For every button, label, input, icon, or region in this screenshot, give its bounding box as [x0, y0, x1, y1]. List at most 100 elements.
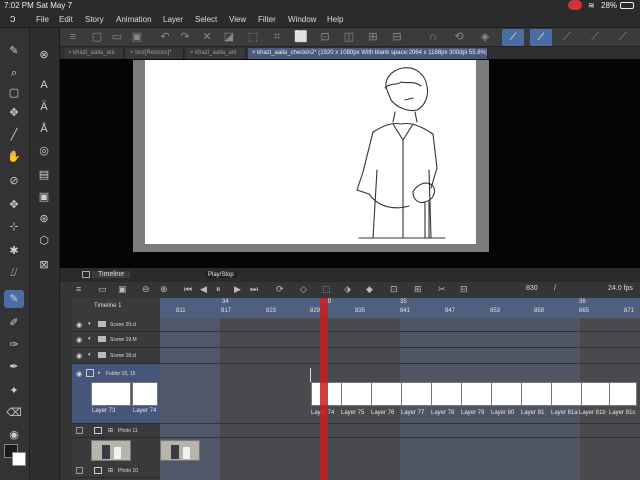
transform-icon[interactable]: ⬚	[246, 31, 260, 44]
zoom-tool-icon[interactable]: ⌕	[4, 64, 24, 82]
layer-tool-icon[interactable]: ▣	[34, 188, 54, 206]
redo-icon[interactable]: ↷	[178, 31, 192, 44]
dropper-icon[interactable]: ⌰	[4, 264, 24, 282]
layer-row-scene19[interactable]: ◉ ▾ Scene 19.M	[72, 332, 160, 348]
menu-story[interactable]: Story	[85, 15, 104, 24]
cel-new-icon[interactable]: ⬚	[322, 284, 331, 295]
fps-value[interactable]: 24.0 fps	[608, 285, 633, 292]
layer-checkbox-icon[interactable]	[94, 467, 102, 474]
text-tool-icon[interactable]: Ä	[34, 98, 54, 116]
photo-thumbnail[interactable]	[160, 440, 200, 461]
zoom-out-icon[interactable]: ⊖	[142, 284, 150, 295]
expand-chevron-icon[interactable]: ▸	[98, 370, 101, 376]
cel-thumbnail[interactable]	[521, 382, 552, 406]
material-icon[interactable]: ⊛	[34, 210, 54, 228]
eye-icon[interactable]: ◉	[76, 352, 82, 360]
cel-thumbnail[interactable]	[91, 382, 131, 406]
doc-tab-active[interactable]: × khazi_aaila_checkin2* (1920 x 1080px W…	[248, 48, 488, 59]
cel-thumbnail[interactable]	[401, 382, 432, 406]
cel-thumbnail[interactable]	[341, 382, 372, 406]
hand-tool-icon[interactable]: ✋	[4, 148, 24, 166]
pen-mode-d-icon[interactable]: ⟋	[588, 31, 602, 44]
image-icon[interactable]: ⊠	[34, 256, 54, 274]
menu-animation[interactable]: Animation	[116, 15, 152, 24]
sparkle-tool-icon[interactable]: ✦	[4, 382, 24, 400]
move-tool-icon[interactable]: ✥	[4, 104, 24, 122]
layer-row-photo10[interactable]: ⊞ Photo 10	[72, 464, 160, 478]
onion-skin-icon[interactable]: ◇	[300, 284, 307, 295]
select-icon[interactable]: ⬜	[294, 31, 308, 44]
timeline-name[interactable]: Timeline 1	[94, 303, 121, 309]
invert-icon[interactable]: ◫	[342, 31, 356, 44]
line-tool-icon[interactable]: ╱	[4, 126, 24, 144]
pen-mode-c-icon[interactable]: ⟋	[560, 31, 574, 44]
app-logo-icon[interactable]: ↄ	[10, 13, 16, 25]
menu-filter[interactable]: Filter	[258, 15, 276, 24]
menu-hamburger-icon[interactable]: ≡	[66, 31, 80, 44]
play-stop-icon[interactable]: ⏸	[216, 284, 221, 295]
photo-thumbnail[interactable]	[91, 440, 131, 461]
open-folder-icon[interactable]: ▭	[110, 31, 124, 44]
save-icon[interactable]: ▣	[130, 31, 144, 44]
rotate-icon[interactable]: ⟲	[452, 31, 466, 44]
cut-icon[interactable]: ✂	[438, 284, 446, 295]
eraser-tool-icon[interactable]: ⌫	[4, 404, 24, 422]
undo-icon[interactable]: ↶	[158, 31, 172, 44]
frame-tool-icon[interactable]: ▤	[34, 166, 54, 184]
expand-chevron-icon[interactable]: ▾	[88, 321, 91, 327]
last-frame-icon[interactable]: ⏭	[250, 284, 258, 295]
layer-checkbox-icon[interactable]	[86, 369, 94, 377]
brush-tool-icon[interactable]: ✐	[4, 314, 24, 332]
deselect-icon[interactable]: ⊡	[318, 31, 332, 44]
pen-mode-e-icon[interactable]: ⟋	[616, 31, 630, 44]
folder-add-icon[interactable]: ⊞	[414, 284, 422, 295]
cel-thumbnail[interactable]	[461, 382, 492, 406]
visibility-checkbox-icon[interactable]	[76, 467, 83, 474]
pen-mode-a-icon[interactable]: ⟋	[502, 29, 524, 46]
cel-thumbnail[interactable]	[132, 382, 158, 406]
expand-chevron-icon[interactable]: ▾	[88, 336, 91, 342]
lasso-tool-icon[interactable]: ⊘	[4, 172, 24, 190]
clear-icon[interactable]: ✕	[200, 31, 214, 44]
snap-icon[interactable]: ⊞	[366, 31, 380, 44]
layer-row-scene18[interactable]: ◉ ▾ Scene 18.cl	[72, 348, 160, 364]
airbrush-tool-icon[interactable]: ✑	[4, 336, 24, 354]
playhead[interactable]	[320, 298, 328, 480]
new-file-icon[interactable]: ▢	[90, 31, 104, 44]
doc-tab-3[interactable]: × khazi_aaila_ani	[186, 48, 246, 59]
layer-checkbox-icon[interactable]	[94, 427, 102, 434]
timeline-folder-icon[interactable]: ▣	[118, 284, 127, 295]
crop-icon[interactable]: ⌗	[270, 31, 284, 44]
fill-icon[interactable]: ◪	[222, 31, 236, 44]
pen-mode-b-icon[interactable]: ⟋	[530, 29, 552, 46]
cel-thumbnail[interactable]	[491, 382, 522, 406]
blend-tool-icon[interactable]: ✒	[4, 358, 24, 376]
visibility-checkbox-icon[interactable]	[76, 427, 83, 434]
timeline-menu-icon[interactable]: ≡	[76, 284, 81, 294]
magnet-icon[interactable]: ∩	[426, 31, 440, 44]
eye-icon[interactable]: ◉	[76, 336, 82, 344]
layer-row-scene20[interactable]: ◉ ▾ Scene 20.cl	[72, 318, 160, 332]
timeline-tab[interactable]: Timeline	[92, 271, 131, 278]
insert-icon[interactable]: ⊟	[460, 284, 468, 295]
menu-view[interactable]: View	[229, 15, 246, 24]
timeline-new-icon[interactable]: ▭	[98, 284, 107, 295]
navigator-icon[interactable]: ⊗	[34, 46, 54, 64]
prev-frame-icon[interactable]: ◀	[200, 284, 207, 295]
next-frame-icon[interactable]: ▶	[234, 284, 241, 295]
layer-row-photo11[interactable]: ⊞ Photo 11	[72, 424, 160, 438]
rect-select-icon[interactable]: ▢	[4, 84, 24, 102]
adjust-icon[interactable]: ◈	[478, 31, 492, 44]
menu-file[interactable]: File	[36, 15, 49, 24]
eye-icon[interactable]: ◉	[76, 321, 82, 329]
cel-thumbnail[interactable]	[431, 382, 462, 406]
sub-color-swatch[interactable]	[12, 452, 26, 466]
loop-icon[interactable]: ⟳	[276, 284, 284, 295]
ruler-icon[interactable]: ⊟	[390, 31, 404, 44]
expand-chevron-icon[interactable]: ▾	[88, 352, 91, 358]
zoom-in-icon[interactable]: ⊕	[160, 284, 168, 295]
transform-tool-icon[interactable]: ✥	[4, 196, 24, 214]
balloon-tool-icon[interactable]: ◎	[34, 142, 54, 160]
canvas[interactable]	[145, 60, 476, 244]
menu-help[interactable]: Help	[327, 15, 343, 24]
